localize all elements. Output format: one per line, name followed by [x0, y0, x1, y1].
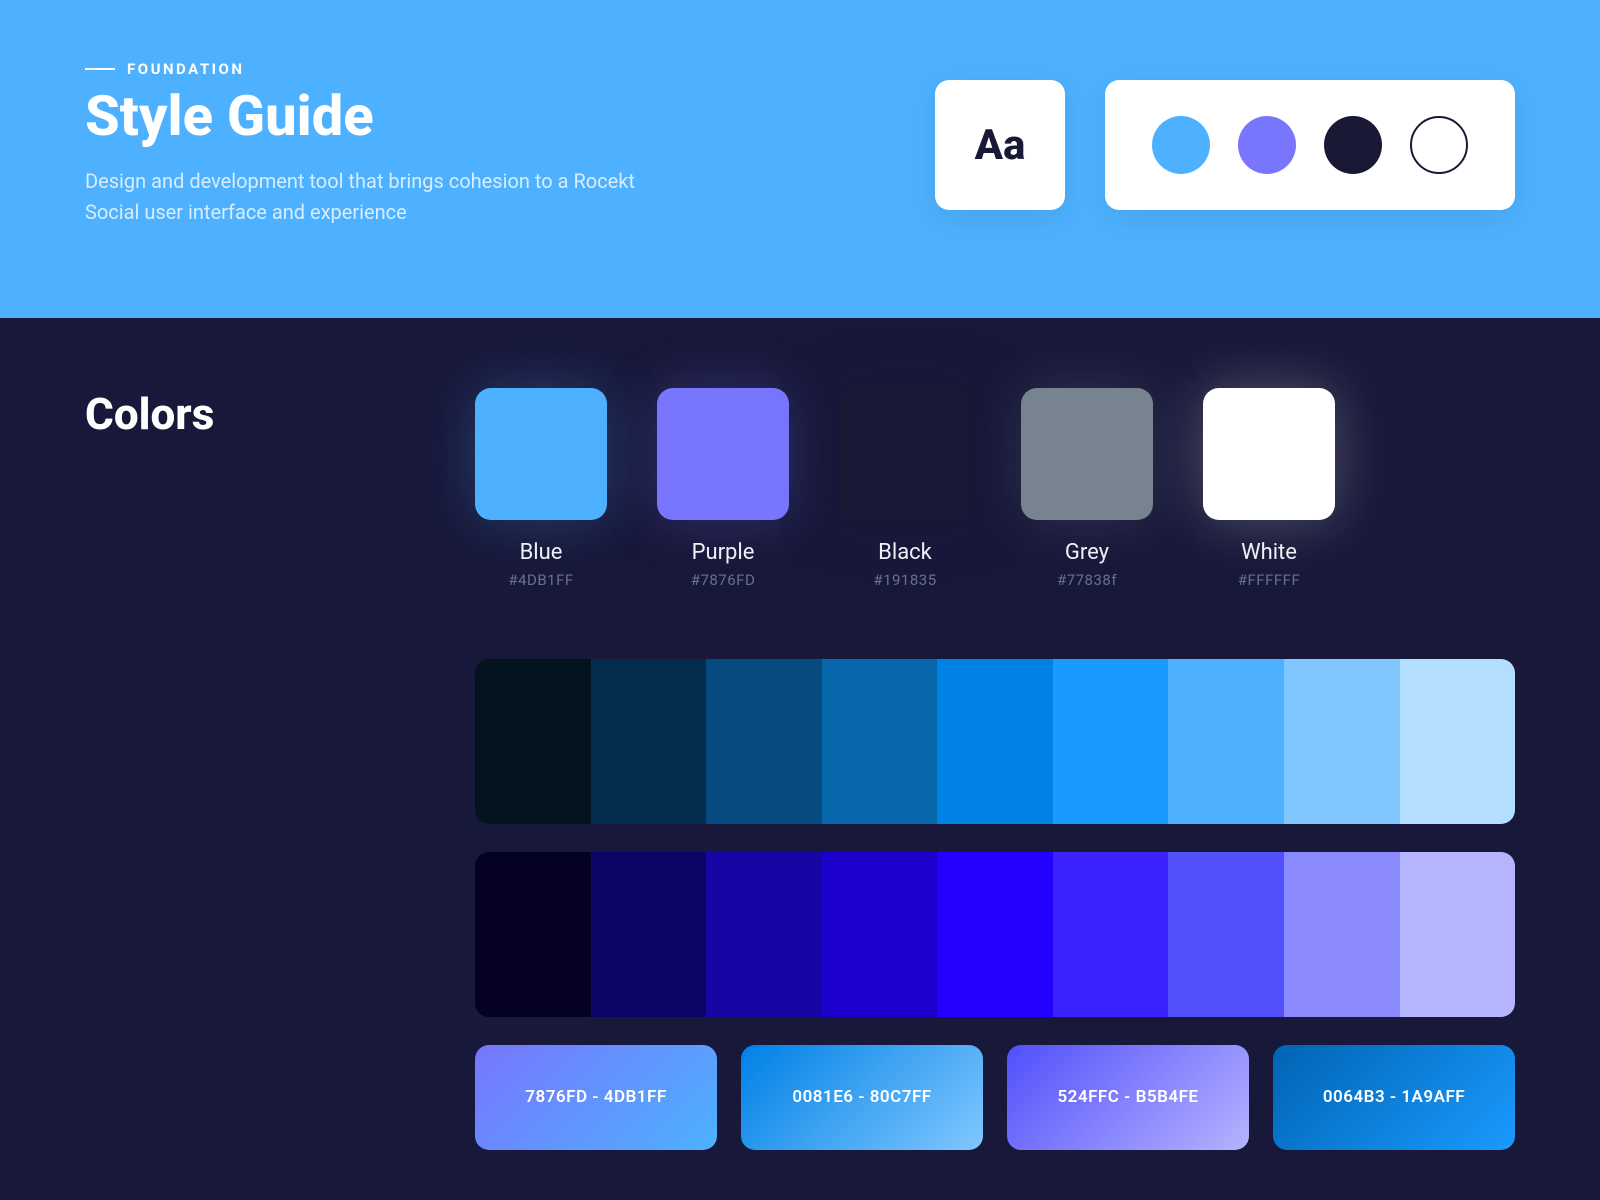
- color-preview-circle: [1238, 116, 1296, 174]
- color-swatch-item: Grey #77838f: [1021, 388, 1153, 589]
- hero-preview-cards: Aa: [935, 80, 1515, 210]
- color-swatch-hex: #4DB1FF: [475, 571, 607, 589]
- eyebrow-row: FOUNDATION: [85, 60, 645, 78]
- gradient-card: 0081E6 - 80C7FF: [741, 1045, 983, 1150]
- color-ramps-container: [475, 659, 1515, 1017]
- color-swatch-hex: #FFFFFF: [1203, 571, 1335, 589]
- color-ramp-step: [706, 852, 822, 1017]
- color-ramp-step: [1053, 852, 1169, 1017]
- color-preview-circle: [1152, 116, 1210, 174]
- colors-main-column: Blue #4DB1FF Purple #7876FD Black #191835 Grey…: [475, 388, 1515, 1150]
- primary-swatch-row: Blue #4DB1FF Purple #7876FD Black #191835 Grey…: [475, 388, 1515, 589]
- typography-aa-label: Aa: [975, 121, 1026, 170]
- color-swatch-box: [839, 388, 971, 520]
- color-ramp-step: [591, 852, 707, 1017]
- color-swatch-box: [1021, 388, 1153, 520]
- color-swatch-item: Purple #7876FD: [657, 388, 789, 589]
- color-ramp: [475, 852, 1515, 1017]
- eyebrow-line-icon: [85, 68, 115, 70]
- color-ramp-step: [1053, 659, 1169, 824]
- eyebrow-label: FOUNDATION: [127, 60, 244, 78]
- color-ramp-step: [1400, 852, 1516, 1017]
- color-swatch-item: White #FFFFFF: [1203, 388, 1335, 589]
- gradient-card: 7876FD - 4DB1FF: [475, 1045, 717, 1150]
- color-ramp-step: [1284, 852, 1400, 1017]
- gradient-label: 0064B3 - 1A9AFF: [1323, 1087, 1465, 1107]
- section-sidebar: Colors: [85, 388, 375, 1150]
- section-title-colors: Colors: [85, 388, 375, 440]
- color-ramp-step: [1168, 659, 1284, 824]
- color-swatch-item: Black #191835: [839, 388, 971, 589]
- color-swatch-name: Purple: [657, 540, 789, 565]
- gradient-row: 7876FD - 4DB1FF 0081E6 - 80C7FF 524FFC - B…: [475, 1045, 1515, 1150]
- gradient-label: 0081E6 - 80C7FF: [792, 1087, 931, 1107]
- color-ramp-step: [822, 852, 938, 1017]
- color-swatch-hex: #7876FD: [657, 571, 789, 589]
- page-title: Style Guide: [85, 86, 645, 148]
- page-subtitle: Design and development tool that brings …: [85, 166, 645, 228]
- color-swatch-item: Blue #4DB1FF: [475, 388, 607, 589]
- color-preview-circle: [1324, 116, 1382, 174]
- color-ramp-step: [1400, 659, 1516, 824]
- color-swatch-box: [1203, 388, 1335, 520]
- color-swatch-name: Blue: [475, 540, 607, 565]
- hero-section: FOUNDATION Style Guide Design and develo…: [0, 0, 1600, 318]
- color-preview-card: [1105, 80, 1515, 210]
- color-swatch-name: White: [1203, 540, 1335, 565]
- color-swatch-name: Grey: [1021, 540, 1153, 565]
- color-ramp-step: [475, 852, 591, 1017]
- hero-text-block: FOUNDATION Style Guide Design and develo…: [85, 60, 645, 228]
- color-ramp: [475, 659, 1515, 824]
- color-ramp-step: [822, 659, 938, 824]
- gradient-card: 0064B3 - 1A9AFF: [1273, 1045, 1515, 1150]
- color-preview-circle: [1410, 116, 1468, 174]
- color-swatch-hex: #191835: [839, 571, 971, 589]
- color-ramp-step: [591, 659, 707, 824]
- gradient-card: 524FFC - B5B4FE: [1007, 1045, 1249, 1150]
- color-swatch-box: [657, 388, 789, 520]
- color-ramp-step: [475, 659, 591, 824]
- gradient-label: 7876FD - 4DB1FF: [525, 1087, 666, 1107]
- color-swatch-box: [475, 388, 607, 520]
- gradient-label: 524FFC - B5B4FE: [1057, 1087, 1198, 1107]
- color-ramp-step: [937, 852, 1053, 1017]
- color-ramp-step: [1284, 659, 1400, 824]
- color-swatch-hex: #77838f: [1021, 571, 1153, 589]
- color-swatch-name: Black: [839, 540, 971, 565]
- color-ramp-step: [937, 659, 1053, 824]
- content-section: Colors Blue #4DB1FF Purple #7876FD Black #191…: [0, 318, 1600, 1190]
- color-ramp-step: [1168, 852, 1284, 1017]
- color-ramp-step: [706, 659, 822, 824]
- typography-preview-card: Aa: [935, 80, 1065, 210]
